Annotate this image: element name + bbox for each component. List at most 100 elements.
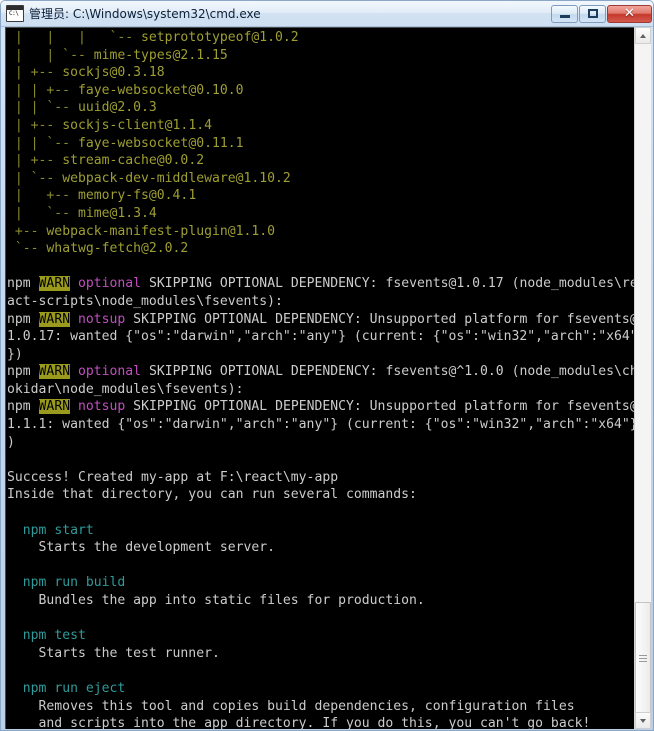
console-line: +-- webpack-manifest-plugin@1.1.0	[7, 223, 634, 241]
console-text-run: notsup	[77, 311, 126, 327]
console-text-run: Starts the development server.	[7, 540, 276, 556]
console-line: Starts the development server.	[7, 539, 634, 557]
console-text-run: 1.0.17: wanted {"os":"darwin","arch":"an…	[7, 329, 634, 345]
console-text-run	[70, 399, 78, 414]
title-bar[interactable]: C:\ 管理员: C:\Windows\system32\cmd.exe ✕	[1, 1, 653, 27]
console-text-run: | +--	[7, 153, 63, 169]
console-text-run: optional	[77, 364, 142, 380]
console-text-run: faye-websocket@0.10.0	[77, 82, 244, 98]
console-line: npm WARN optional SKIPPING OPTIONAL DEPE…	[7, 363, 634, 381]
console-text-run	[7, 628, 23, 643]
console-text-buffer: | | | `-- setprototypeof@1.0.2 | | `-- m…	[6, 29, 634, 729]
console-line: | | `-- faye-websocket@0.11.1	[7, 135, 634, 153]
warn-badge: WARN	[38, 364, 71, 380]
window-controls: ✕	[551, 4, 653, 23]
scroll-down-button[interactable]	[635, 712, 651, 729]
console-line: Removes this tool and copies build depen…	[7, 698, 634, 716]
console-text-run	[70, 312, 78, 327]
console-text-run: 1.1.1: wanted {"os":"darwin","arch":"any…	[7, 417, 634, 433]
console-text-run: SKIPPING OPTIONAL DEPENDENCY: fsevents@^…	[141, 364, 634, 380]
console-text-run: webpack-manifest-plugin@1.1.0	[46, 223, 276, 239]
vertical-scrollbar[interactable]	[634, 27, 651, 729]
scroll-up-arrow-icon	[640, 33, 646, 38]
console-line: | | `-- uuid@2.0.3	[7, 99, 634, 117]
console-text-run: mime@1.3.4	[77, 205, 157, 221]
cmd-window: C:\ 管理员: C:\Windows\system32\cmd.exe ✕ |…	[0, 0, 654, 731]
window-title: 管理员: C:\Windows\system32\cmd.exe	[29, 7, 261, 21]
console-line: | +-- sockjs@0.3.18	[7, 64, 634, 82]
console-text-run: SKIPPING OPTIONAL DEPENDENCY: Unsupporte…	[125, 399, 634, 415]
scrollbar-grip-icon	[639, 653, 647, 664]
console-line: | | `-- mime-types@2.1.15	[7, 47, 634, 65]
console-line: | | +-- faye-websocket@0.10.0	[7, 82, 634, 100]
console-text-run: uuid@2.0.3	[77, 100, 157, 116]
close-button[interactable]: ✕	[607, 4, 652, 23]
console-text-run: | | `--	[7, 47, 94, 63]
console-line: and scripts into the app directory. If y…	[7, 715, 634, 729]
console-line: npm WARN optional SKIPPING OPTIONAL DEPE…	[7, 275, 634, 293]
console-text-run	[70, 364, 78, 379]
console-text-run: faye-websocket@0.11.1	[77, 135, 244, 151]
console-line: | `-- mime@1.3.4	[7, 205, 634, 223]
console-line: | +-- sockjs-client@1.1.4	[7, 117, 634, 135]
console-line: Bundles the app into static files for pr…	[7, 592, 634, 610]
console-text-run: npm	[7, 276, 39, 292]
console-line: 1.1.1: wanted {"os":"darwin","arch":"any…	[7, 416, 634, 434]
console-text-run: whatwg-fetch@2.0.2	[46, 241, 189, 257]
console-text-run: optional	[77, 276, 142, 292]
console-line: Inside that directory, you can run sever…	[7, 486, 634, 504]
console-text-run: +--	[7, 223, 47, 239]
console-text-run: Removes this tool and copies build depen…	[7, 698, 575, 714]
console-text-run: stream-cache@0.0.2	[62, 153, 205, 169]
console-text-run: npm run eject	[22, 680, 126, 696]
console-text-run: | | +--	[7, 82, 78, 98]
console-text-run: | +--	[7, 65, 63, 81]
console-text-run: act-scripts\node_modules\fsevents):	[7, 293, 283, 309]
console-line: `-- whatwg-fetch@2.0.2	[7, 240, 634, 258]
maximize-icon	[587, 9, 598, 18]
console-output-area[interactable]: | | | `-- setprototypeof@1.0.2 | | `-- m…	[5, 27, 634, 729]
console-text-run: Inside that directory, you can run sever…	[7, 487, 417, 503]
console-text-run: okidar\node_modules\fsevents):	[7, 381, 244, 397]
console-line: Success! Created my-app at F:\react\my-a…	[7, 469, 634, 487]
console-line: | `-- webpack-dev-middleware@1.10.2	[7, 170, 634, 188]
scrollbar-thumb[interactable]	[635, 602, 651, 714]
console-text-run: webpack-dev-middleware@1.10.2	[62, 170, 291, 186]
console-text-run: npm	[7, 399, 39, 415]
console-text-run: | +--	[7, 117, 63, 133]
console-text-run: )	[7, 434, 15, 450]
console-text-run: npm run build	[22, 575, 126, 591]
console-line: 1.0.17: wanted {"os":"darwin","arch":"an…	[7, 328, 634, 346]
client-area: | | | `-- setprototypeof@1.0.2 | | `-- m…	[5, 27, 651, 729]
console-text-run: | `--	[7, 205, 78, 221]
close-icon: ✕	[624, 6, 635, 21]
console-text-run	[7, 575, 23, 590]
console-line: okidar\node_modules\fsevents):	[7, 381, 634, 399]
console-text-run: Bundles the app into static files for pr…	[7, 593, 425, 608]
scroll-down-arrow-icon	[640, 718, 646, 723]
console-text-run: sockjs@0.3.18	[62, 65, 165, 81]
console-text-run: npm test	[22, 628, 86, 644]
console-text-run: npm	[7, 364, 39, 380]
console-text-run: and scripts into the app directory. If y…	[7, 716, 591, 729]
scroll-up-button[interactable]	[635, 27, 651, 44]
cmd-console-icon: C:\	[6, 5, 24, 22]
console-line: | +-- memory-fs@0.4.1	[7, 187, 634, 205]
warn-badge: WARN	[38, 399, 71, 415]
console-text-run: sockjs-client@1.1.4	[62, 117, 212, 133]
console-text-run: | +--	[7, 188, 78, 204]
console-line: npm run eject	[7, 680, 634, 698]
minimize-button[interactable]	[551, 4, 578, 23]
console-text-run	[7, 523, 23, 538]
minimize-icon	[559, 15, 570, 18]
console-text-run: SKIPPING OPTIONAL DEPENDENCY: Unsupporte…	[125, 311, 634, 327]
warn-badge: WARN	[38, 276, 71, 292]
console-text-run: | | `--	[7, 100, 78, 116]
console-text-run: npm	[7, 311, 39, 327]
maximize-button[interactable]	[579, 4, 606, 23]
console-line: npm WARN notsup SKIPPING OPTIONAL DEPEND…	[7, 398, 634, 416]
